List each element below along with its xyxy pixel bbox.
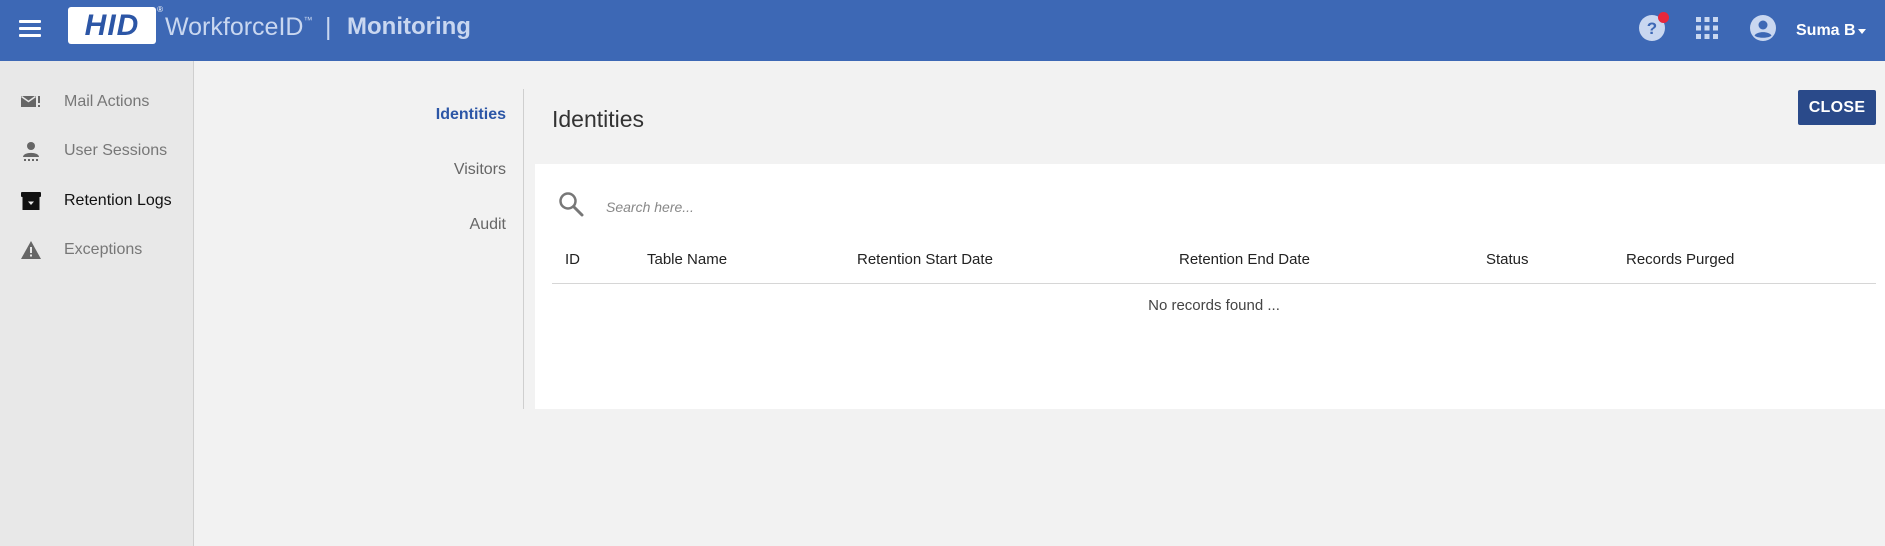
sidebar-item-mail-actions[interactable]: Mail Actions — [0, 87, 193, 117]
product-trademark: ™ — [303, 15, 313, 25]
column-header-table-name[interactable]: Table Name — [647, 251, 727, 268]
chevron-down-icon[interactable] — [1858, 29, 1866, 34]
search-input[interactable] — [606, 196, 1206, 218]
product-name: WorkforceID™ — [165, 13, 312, 42]
product-name-text: WorkforceID — [165, 13, 304, 41]
mail-icon — [21, 95, 40, 107]
svg-text:?: ? — [1647, 19, 1657, 38]
sidebar-item-label: Exceptions — [64, 241, 143, 258]
archive-icon — [21, 192, 41, 210]
header-separator: | — [325, 13, 332, 41]
sidebar-item-label: User Sessions — [64, 142, 168, 159]
table-header-divider — [552, 283, 1876, 284]
hid-logo: HID ® — [68, 5, 163, 44]
column-header-status[interactable]: Status — [1486, 251, 1529, 268]
sidebar: Mail Actions User Sessions Retention Log… — [0, 61, 194, 546]
column-header-id[interactable]: ID — [565, 251, 580, 268]
tab-identities[interactable]: Identities — [436, 106, 506, 124]
logo-text: HID — [84, 8, 140, 42]
column-header-retention-end-date[interactable]: Retention End Date — [1179, 251, 1310, 268]
notification-badge — [1658, 12, 1669, 23]
account-circle-icon[interactable] — [1749, 14, 1777, 42]
empty-state-message: No records found ... — [1148, 297, 1280, 314]
sidebar-item-label: Retention Logs — [64, 192, 172, 209]
column-header-records-purged[interactable]: Records Purged — [1626, 251, 1734, 268]
user-menu-name[interactable]: Suma B — [1796, 22, 1856, 40]
logo-registered-mark: ® — [157, 5, 163, 14]
module-title: Monitoring — [347, 13, 471, 40]
tabs-divider — [523, 89, 524, 409]
top-app-bar: HID ® WorkforceID™ | Monitoring ? Suma B — [0, 0, 1885, 61]
search-icon — [559, 192, 584, 217]
sidebar-item-exceptions[interactable]: Exceptions — [0, 235, 193, 265]
close-button[interactable]: CLOSE — [1798, 90, 1876, 125]
page-title: Identities — [552, 106, 645, 132]
tab-visitors[interactable]: Visitors — [454, 161, 506, 179]
menu-icon[interactable] — [19, 20, 41, 37]
column-header-retention-start-date[interactable]: Retention Start Date — [857, 251, 993, 268]
sidebar-item-label: Mail Actions — [64, 93, 150, 110]
tab-audit[interactable]: Audit — [470, 216, 506, 234]
warning-icon — [21, 241, 41, 259]
user-sessions-icon — [23, 142, 39, 161]
apps-grid-icon[interactable] — [1695, 16, 1719, 40]
sidebar-item-user-sessions[interactable]: User Sessions — [0, 136, 193, 166]
sidebar-item-retention-logs[interactable]: Retention Logs — [0, 186, 193, 216]
